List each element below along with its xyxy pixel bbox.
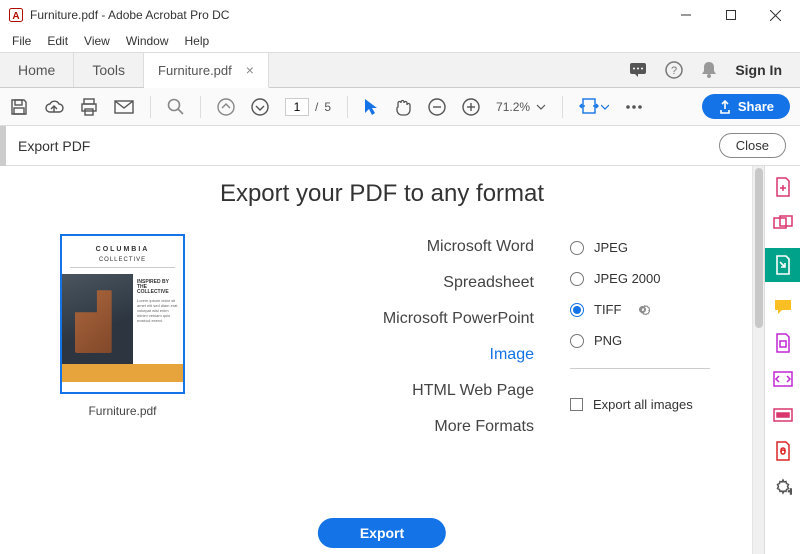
tab-home[interactable]: Home — [0, 53, 74, 87]
cloud-icon[interactable] — [44, 99, 64, 115]
format-html[interactable]: HTML Web Page — [383, 382, 534, 400]
menu-help[interactable]: Help — [177, 32, 218, 50]
close-window-button[interactable] — [753, 1, 798, 29]
maximize-button[interactable] — [708, 1, 753, 29]
scrollbar[interactable] — [752, 166, 764, 554]
export-pdf-label: Export PDF — [18, 138, 90, 154]
tool-compress-icon[interactable] — [772, 368, 794, 390]
window-title: Furniture.pdf - Adobe Acrobat Pro DC — [30, 8, 229, 22]
gear-icon[interactable] — [635, 302, 650, 317]
export-button[interactable]: Export — [318, 518, 446, 548]
notifications-icon[interactable] — [701, 61, 717, 79]
option-jpeg2000[interactable]: JPEG 2000 — [570, 271, 744, 286]
close-panel-button[interactable]: Close — [719, 133, 786, 158]
right-tools-rail: + — [764, 166, 800, 554]
menu-edit[interactable]: Edit — [39, 32, 76, 50]
tool-protect-icon[interactable] — [772, 440, 794, 462]
tab-bar: Home Tools Furniture.pdf × ? Sign In — [0, 52, 800, 88]
tab-close-icon[interactable]: × — [246, 62, 254, 78]
chat-icon[interactable] — [629, 61, 647, 79]
zoom-out-icon[interactable] — [428, 98, 446, 116]
thumbnail-label: Furniture.pdf — [88, 404, 156, 418]
fit-width-icon[interactable] — [579, 98, 609, 116]
menu-view[interactable]: View — [76, 32, 118, 50]
page-up-icon[interactable] — [217, 98, 235, 116]
format-powerpoint[interactable]: Microsoft PowerPoint — [383, 310, 534, 328]
save-icon[interactable] — [10, 98, 28, 116]
option-tiff[interactable]: TIFF — [570, 302, 744, 317]
separator — [150, 96, 151, 118]
tool-comment-icon[interactable] — [772, 296, 794, 318]
divider — [570, 368, 710, 369]
page-number: / 5 — [285, 98, 331, 116]
menu-bar: File Edit View Window Help — [0, 30, 800, 52]
export-subbar: Export PDF Close — [0, 126, 800, 166]
export-heading: Export your PDF to any format — [0, 180, 764, 208]
tool-more-icon[interactable]: + — [772, 476, 794, 498]
help-icon[interactable]: ? — [665, 61, 683, 79]
tab-document[interactable]: Furniture.pdf × — [144, 53, 269, 88]
tool-combine-icon[interactable] — [772, 212, 794, 234]
drag-handle[interactable] — [0, 126, 6, 166]
zoom-level[interactable]: 71.2% — [496, 100, 546, 114]
svg-text:+: + — [788, 487, 792, 496]
zoom-in-icon[interactable] — [462, 98, 480, 116]
format-word[interactable]: Microsoft Word — [383, 238, 534, 256]
tool-redact-icon[interactable] — [772, 404, 794, 426]
separator — [562, 96, 563, 118]
separator — [347, 96, 348, 118]
mail-icon[interactable] — [114, 100, 134, 114]
page-down-icon[interactable] — [251, 98, 269, 116]
format-more[interactable]: More Formats — [383, 418, 534, 436]
thumbnail-image — [62, 274, 133, 364]
svg-text:A: A — [12, 11, 19, 22]
tool-organize-icon[interactable] — [772, 332, 794, 354]
page-current-input[interactable] — [285, 98, 309, 116]
export-all-checkbox[interactable]: Export all images — [570, 397, 744, 412]
format-image[interactable]: Image — [383, 346, 534, 364]
share-button[interactable]: Share — [702, 94, 790, 119]
search-icon[interactable] — [167, 98, 184, 115]
minimize-button[interactable] — [663, 1, 708, 29]
title-bar: A Furniture.pdf - Adobe Acrobat Pro DC — [0, 0, 800, 30]
print-icon[interactable] — [80, 98, 98, 116]
separator — [200, 96, 201, 118]
app-icon: A — [8, 7, 24, 23]
scrollbar-thumb[interactable] — [755, 168, 763, 328]
menu-window[interactable]: Window — [118, 32, 177, 50]
option-png[interactable]: PNG — [570, 333, 744, 348]
tool-export-pdf-icon[interactable] — [765, 248, 800, 282]
select-tool-icon[interactable] — [364, 98, 378, 116]
option-jpeg[interactable]: JPEG — [570, 240, 744, 255]
export-panel: Export your PDF to any format COLUMBIA C… — [0, 166, 764, 554]
sign-in-button[interactable]: Sign In — [735, 62, 782, 78]
toolbar: / 5 71.2% Share — [0, 88, 800, 126]
format-spreadsheet[interactable]: Spreadsheet — [383, 274, 534, 292]
menu-file[interactable]: File — [4, 32, 39, 50]
page-total: 5 — [324, 100, 331, 114]
tab-tools[interactable]: Tools — [74, 53, 144, 87]
document-thumbnail[interactable]: COLUMBIA COLLECTIVE INSPIRED BY THE COLL… — [60, 234, 185, 394]
tool-create-pdf-icon[interactable] — [772, 176, 794, 198]
svg-text:?: ? — [671, 65, 677, 77]
more-tools-icon[interactable] — [625, 104, 643, 110]
hand-tool-icon[interactable] — [394, 98, 412, 116]
